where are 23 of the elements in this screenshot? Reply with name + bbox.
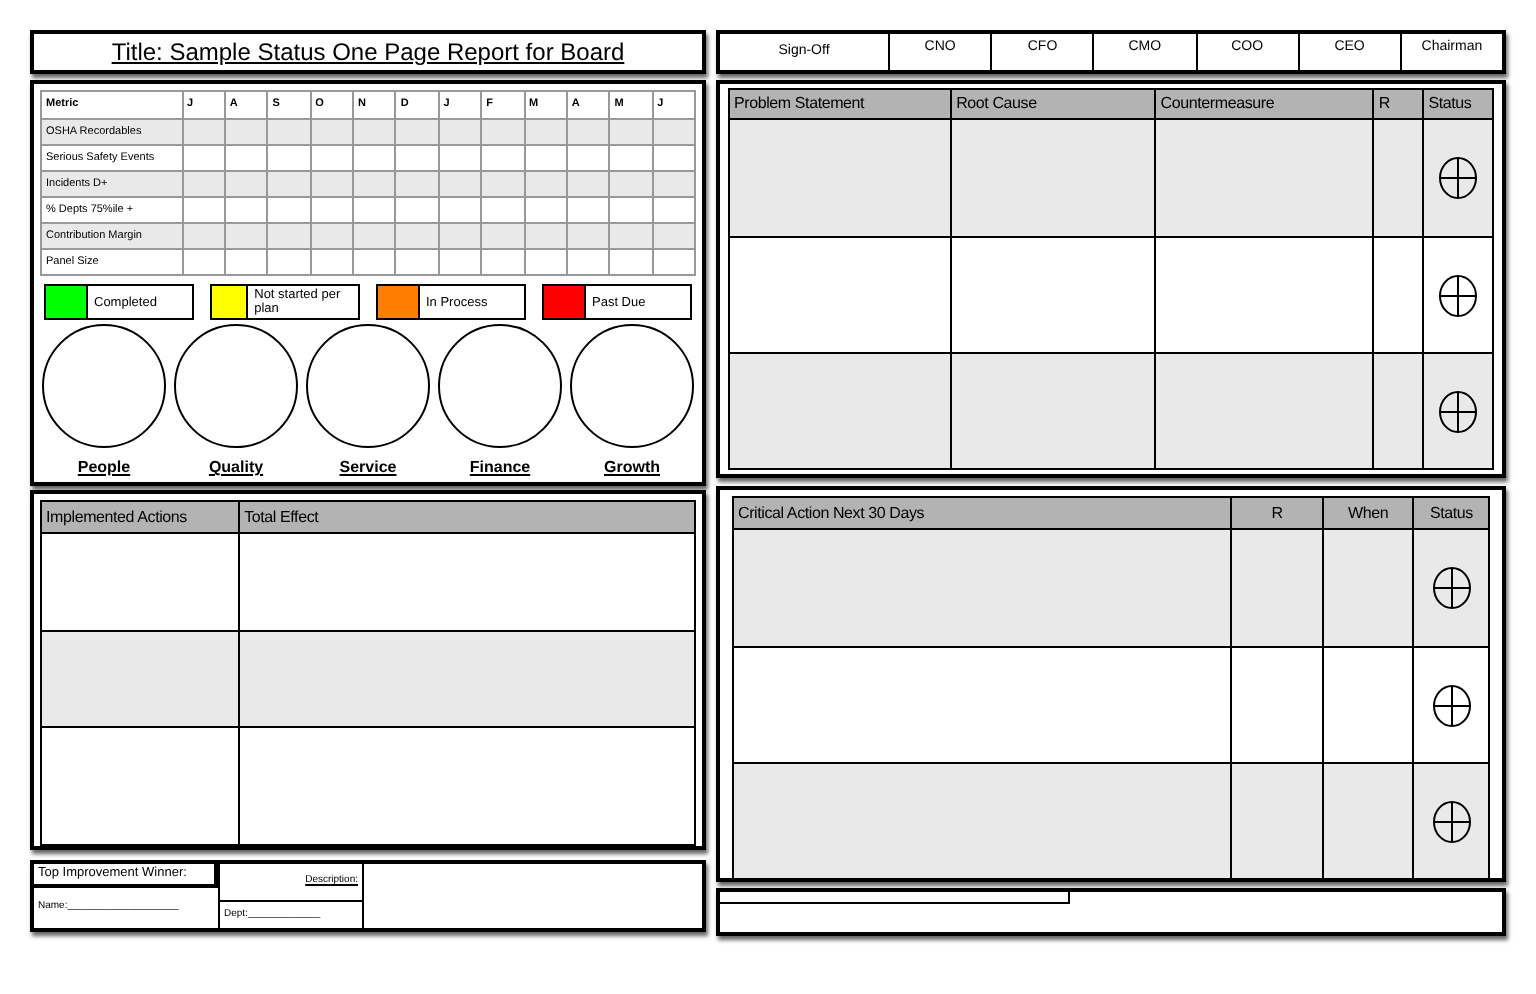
column-header: R [1378, 92, 1390, 116]
report-title: Title: Sample Status One Page Report for Board [111, 36, 625, 70]
column-header: Status [1429, 501, 1473, 525]
crosshair-circle-icon [1431, 683, 1472, 727]
column-header: Total Effect [244, 505, 319, 529]
column-header: Critical Action Next 30 Days [738, 501, 925, 525]
category-label: Growth [604, 456, 660, 480]
column-header: Implemented Actions [46, 505, 187, 529]
column-header: R [1271, 501, 1283, 525]
crosshair-circle-icon [1431, 799, 1472, 843]
category-label: People [77, 456, 131, 480]
category-label: Finance [469, 456, 531, 480]
category-label: Quality [208, 456, 264, 480]
crosshair-circle-icon [1438, 156, 1479, 200]
column-header: Countermeasure [1160, 92, 1275, 116]
crosshair-circle-icon [1431, 566, 1472, 610]
crosshair-circle-icon [1438, 389, 1479, 433]
column-header: Root Cause [956, 92, 1037, 116]
category-label: Service [339, 456, 397, 480]
column-header: Status [1428, 92, 1472, 116]
column-header: When [1348, 501, 1389, 525]
crosshair-circle-icon [1438, 273, 1479, 317]
column-header: Problem Statement [734, 92, 865, 116]
